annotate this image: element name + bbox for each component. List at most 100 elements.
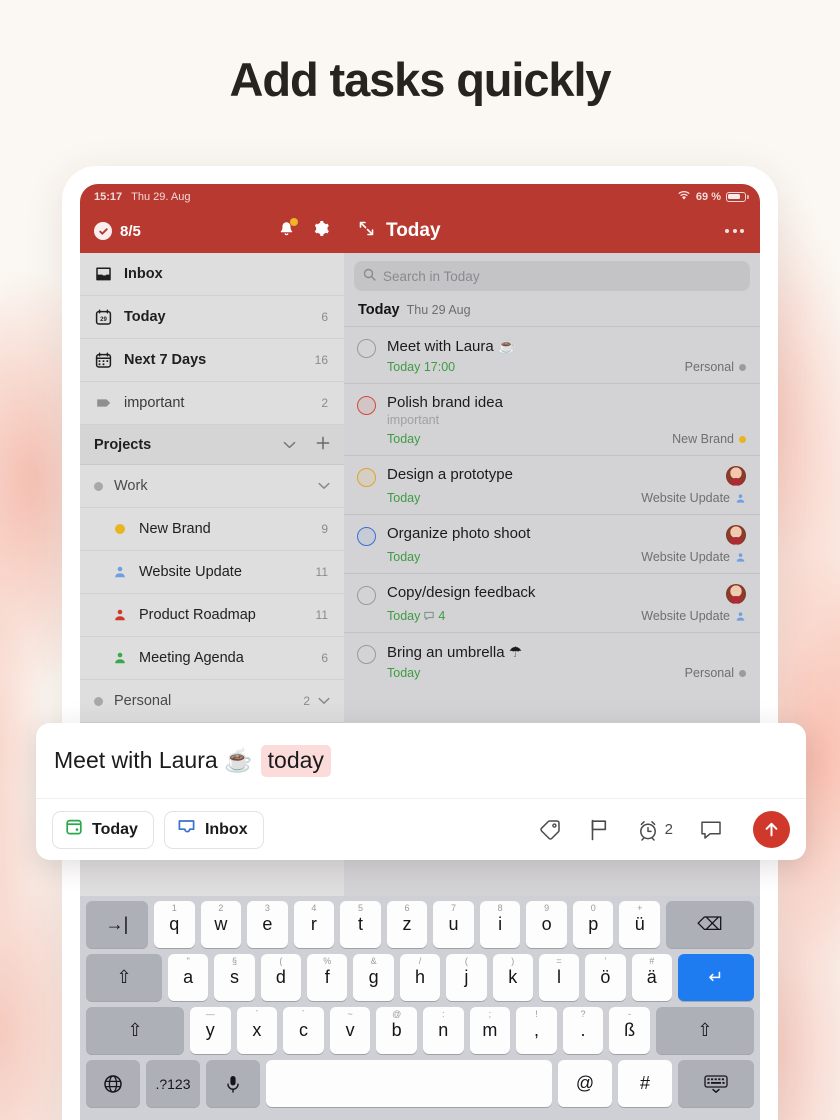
sidebar-group-work[interactable]: Work bbox=[80, 465, 344, 508]
key-sub-label: ? bbox=[580, 1009, 586, 1019]
sidebar-item-inbox[interactable]: Inbox bbox=[80, 253, 344, 296]
sidebar-group-label: Personal bbox=[114, 693, 172, 709]
person-shared-icon bbox=[736, 493, 745, 503]
key-y[interactable]: — y bbox=[190, 1007, 231, 1054]
key-eszett[interactable]: -ß bbox=[609, 1007, 650, 1054]
more-options-icon[interactable] bbox=[725, 229, 744, 233]
task-checkbox[interactable] bbox=[357, 396, 376, 415]
key-sub-label: 5 bbox=[357, 903, 363, 913]
key-m[interactable]: ; m bbox=[469, 1007, 511, 1054]
key-b[interactable]: @ b bbox=[376, 1007, 417, 1054]
key-g[interactable]: & g bbox=[353, 954, 394, 1001]
key-t[interactable]: 5t bbox=[340, 901, 381, 948]
numeric-key[interactable]: .?123 bbox=[146, 1060, 200, 1107]
task-row[interactable]: Copy/design feedback Today 4 Website Upd… bbox=[344, 573, 760, 632]
key-s[interactable]: § s bbox=[214, 954, 255, 1001]
search-input[interactable]: Search in Today bbox=[354, 261, 750, 291]
quick-add-today-chip[interactable]: Today bbox=[52, 810, 154, 849]
alarm-icon[interactable]: 2 bbox=[636, 818, 673, 842]
key-i[interactable]: 8i bbox=[479, 901, 521, 948]
key-sub-label: & bbox=[370, 956, 377, 966]
sidebar-item-important[interactable]: important 2 bbox=[80, 382, 344, 425]
key-hash[interactable]: # bbox=[618, 1060, 672, 1107]
key-w[interactable]: 2w bbox=[200, 901, 242, 948]
microphone-key[interactable] bbox=[206, 1060, 260, 1107]
gear-icon[interactable] bbox=[311, 219, 330, 243]
key-uumlaut[interactable]: + ü bbox=[619, 901, 661, 948]
shift-right-key[interactable]: ⇧ bbox=[655, 1007, 754, 1054]
return-key[interactable]: ↵ bbox=[677, 954, 754, 1001]
key-q[interactable]: 1q bbox=[154, 901, 195, 948]
svg-text:29: 29 bbox=[100, 317, 107, 323]
key-oumlaut[interactable]: ' ö bbox=[585, 954, 626, 1001]
quick-add-panel[interactable]: Meet with Laura ☕ today Today Inbox 2 bbox=[36, 723, 806, 860]
task-checkbox[interactable] bbox=[357, 468, 376, 487]
flag-icon[interactable] bbox=[588, 818, 610, 842]
comment-icon[interactable] bbox=[699, 818, 723, 842]
chevron-down-icon[interactable] bbox=[318, 694, 330, 708]
key-aumlaut[interactable]: # ä bbox=[631, 954, 672, 1001]
key-comma[interactable]: !, bbox=[516, 1007, 557, 1054]
key-z[interactable]: 6z bbox=[386, 901, 428, 948]
sidebar-project-new-brand[interactable]: New Brand 9 bbox=[80, 508, 344, 551]
key-j[interactable]: (j bbox=[446, 954, 487, 1001]
key-l[interactable]: = l bbox=[538, 954, 580, 1001]
shift-left-key[interactable]: ⇧ bbox=[86, 1007, 184, 1054]
task-row[interactable]: Meet with Laura ☕ Today 17:00 Personal bbox=[344, 326, 760, 383]
globe-key[interactable] bbox=[86, 1060, 140, 1107]
key-d[interactable]: (d bbox=[260, 954, 302, 1001]
hide-keyboard-key[interactable] bbox=[678, 1060, 754, 1107]
submit-task-button[interactable] bbox=[753, 811, 790, 848]
key-k[interactable]: ) k bbox=[492, 954, 533, 1001]
key-e[interactable]: 3e bbox=[247, 901, 288, 948]
sidebar-item-next7days[interactable]: Next 7 Days 16 bbox=[80, 339, 344, 382]
plus-icon[interactable] bbox=[316, 436, 330, 454]
task-checkbox[interactable] bbox=[357, 527, 376, 546]
key-a[interactable]: " a bbox=[168, 954, 209, 1001]
key-p[interactable]: 0p bbox=[572, 901, 614, 948]
bell-icon[interactable] bbox=[278, 217, 298, 243]
sidebar-project-product-roadmap[interactable]: Product Roadmap 11 bbox=[80, 594, 344, 637]
task-row[interactable]: Bring an umbrella ☂ Today Personal bbox=[344, 632, 760, 689]
task-checkbox[interactable] bbox=[357, 586, 376, 605]
app-header-right: Today bbox=[344, 209, 760, 253]
key-v[interactable]: ~ v bbox=[329, 1007, 371, 1054]
quick-add-toolbar: Today Inbox 2 bbox=[36, 798, 806, 860]
task-label: important bbox=[387, 413, 440, 427]
label-icon[interactable] bbox=[538, 818, 562, 842]
shift-key[interactable]: ⇧ bbox=[86, 954, 162, 1001]
on-screen-keyboard[interactable]: →| 1q 2w 3e 4r 5t 6z 7u 8i 9o 0p + ü ⌫ ⇧ … bbox=[80, 896, 760, 1120]
backspace-key[interactable]: ⌫ bbox=[666, 901, 755, 948]
key-sub-label: ! bbox=[535, 1009, 538, 1019]
task-checkbox[interactable] bbox=[357, 339, 376, 358]
sidebar-item-today[interactable]: 29 Today 6 bbox=[80, 296, 344, 339]
key-f[interactable]: % f bbox=[307, 954, 348, 1001]
task-row[interactable]: Polish brand idea important Today New Br… bbox=[344, 383, 760, 455]
task-row[interactable]: Design a prototype Today Website Update bbox=[344, 455, 760, 514]
expand-collapse-icon[interactable] bbox=[358, 220, 375, 242]
label-tag-icon bbox=[94, 397, 113, 409]
sidebar-project-meeting-agenda[interactable]: Meeting Agenda 6 bbox=[80, 637, 344, 680]
quick-add-date-chip[interactable]: today bbox=[260, 744, 331, 777]
chevron-down-icon[interactable] bbox=[283, 437, 296, 453]
tab-key[interactable]: →| bbox=[86, 901, 148, 948]
chevron-down-icon[interactable] bbox=[318, 479, 330, 493]
sidebar-project-website-update[interactable]: Website Update 11 bbox=[80, 551, 344, 594]
key-u[interactable]: 7u bbox=[433, 901, 474, 948]
key-c[interactable]: ´ c bbox=[283, 1007, 324, 1054]
sidebar-group-personal[interactable]: Personal 2 bbox=[80, 680, 344, 723]
key-at[interactable]: @ bbox=[558, 1060, 612, 1107]
key-n[interactable]: :n bbox=[422, 1007, 464, 1054]
projects-header-actions bbox=[283, 436, 330, 454]
key-o[interactable]: 9o bbox=[526, 901, 567, 948]
key-x[interactable]: ` x bbox=[236, 1007, 278, 1054]
key-h[interactable]: / h bbox=[399, 954, 441, 1001]
key-r[interactable]: 4r bbox=[293, 901, 335, 948]
quick-add-input[interactable]: Meet with Laura ☕ today bbox=[36, 723, 806, 798]
task-checkbox[interactable] bbox=[357, 645, 376, 664]
space-key[interactable] bbox=[266, 1060, 552, 1107]
quick-add-inbox-chip[interactable]: Inbox bbox=[163, 810, 264, 849]
key-period[interactable]: ?. bbox=[562, 1007, 604, 1054]
completed-counter[interactable]: 8/5 bbox=[94, 222, 141, 240]
task-row[interactable]: Organize photo shoot Today Website Updat… bbox=[344, 514, 760, 573]
